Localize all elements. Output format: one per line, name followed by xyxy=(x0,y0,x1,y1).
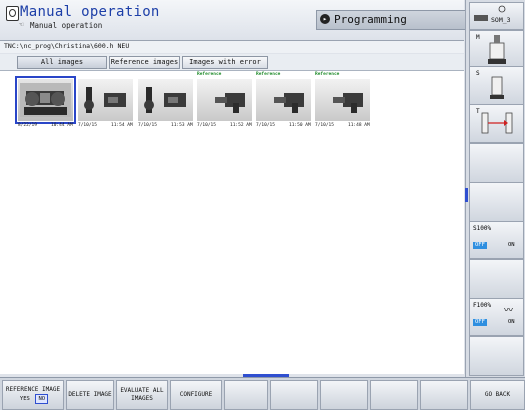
som-label: SOM_3 xyxy=(491,16,511,24)
reference-label: Reference xyxy=(315,72,340,77)
image-thumbnail[interactable] xyxy=(315,79,370,121)
feed-override-on[interactable]: ON xyxy=(506,319,517,326)
reference-label: Reference xyxy=(197,72,222,77)
tab-all-images[interactable]: All images xyxy=(17,56,107,69)
softkey-bar: REFERENCE IMAGE YES NO DELETE IMAGE EVAL… xyxy=(0,377,525,410)
image-thumbnail[interactable] xyxy=(15,76,76,124)
image-timestamp-time: 11:52 AM xyxy=(230,123,252,128)
machine-photo-icon xyxy=(20,83,71,117)
delete-image-softkey[interactable]: DELETE IMAGE xyxy=(66,380,114,410)
feed-override-off[interactable]: OFF xyxy=(473,319,487,326)
tab-reference-images[interactable]: Reference images xyxy=(109,56,180,69)
mode-subtitle: Manual operation xyxy=(30,21,103,30)
programming-icon: ▸ xyxy=(320,14,330,24)
reference-image-softkey[interactable]: REFERENCE IMAGE YES NO xyxy=(2,380,64,410)
feed-override-value: F100% xyxy=(473,302,492,309)
t-label: T xyxy=(476,108,480,115)
image-timestamp-time: 11:48 AM xyxy=(348,123,370,128)
mode-title: Manual operation xyxy=(20,4,160,20)
image-filter-tabs: All images Reference images Images with … xyxy=(0,54,464,71)
s-function-softkey[interactable]: S xyxy=(469,66,524,105)
t-function-softkey[interactable]: T xyxy=(469,104,524,143)
feed-override[interactable]: F100% 〰 OFF ON xyxy=(469,298,524,336)
go-back-softkey[interactable]: GO BACK xyxy=(470,380,525,410)
configure-softkey[interactable]: CONFIGURE xyxy=(170,380,222,410)
image-timestamp-time: 11:50 AM xyxy=(289,123,311,128)
header-bar: Manual operation ☜ Manual operation ▸ Pr… xyxy=(0,0,466,41)
spindle-override-off[interactable]: OFF xyxy=(473,242,487,249)
empty-softkey[interactable] xyxy=(420,380,468,410)
image-timestamp-date: 7/10/15 xyxy=(197,123,216,128)
image-timestamp-time: 11:54 AM xyxy=(111,123,133,128)
spindle-override-on[interactable]: ON xyxy=(506,242,517,249)
sidebar-empty-softkey[interactable] xyxy=(469,336,524,376)
machine-photo-icon xyxy=(215,93,245,113)
m-function-softkey[interactable]: M xyxy=(469,30,524,70)
right-sidebar: SOM_3 M S T S100% OFF ON F100% 〰 OFF ON xyxy=(465,0,525,409)
sidebar-empty-softkey[interactable] xyxy=(469,259,524,299)
app-window: Manual operation ☜ Manual operation ▸ Pr… xyxy=(0,0,525,410)
sidebar-empty-softkey[interactable] xyxy=(469,143,524,183)
empty-softkey[interactable] xyxy=(224,380,268,410)
manual-operation-icon xyxy=(6,6,19,21)
machine-photo-icon xyxy=(333,93,363,113)
feed-wave-icon: 〰 xyxy=(504,306,514,316)
spindle-override-value: S100% xyxy=(473,225,492,232)
program-path-bar: TNC:\nc_prog\Christina\600.h NEU xyxy=(0,41,464,53)
s-label: S xyxy=(476,70,480,77)
reference-image-label: REFERENCE IMAGE xyxy=(5,386,61,393)
reference-label: Reference xyxy=(256,72,281,77)
image-timestamp-time: 11:53 AM xyxy=(171,123,193,128)
program-path: TNC:\nc_prog\Christina\600.h NEU xyxy=(4,42,130,50)
image-timestamp-date: 7/10/15 xyxy=(256,123,275,128)
programming-label: Programming xyxy=(334,13,407,26)
som-softkey[interactable]: SOM_3 xyxy=(469,2,524,30)
reference-no-option[interactable]: NO xyxy=(35,394,49,404)
image-thumbnail[interactable] xyxy=(256,79,311,121)
evaluate-all-images-softkey[interactable]: EVALUATE ALL IMAGES xyxy=(116,380,168,410)
image-thumbnail[interactable] xyxy=(197,79,252,121)
image-thumbnail[interactable] xyxy=(78,79,133,121)
scroll-indicator xyxy=(465,188,468,202)
programming-mode-tab[interactable]: ▸ Programming xyxy=(316,10,466,30)
empty-softkey[interactable] xyxy=(270,380,318,410)
sidebar-empty-softkey[interactable] xyxy=(469,182,524,222)
machine-photo-icon xyxy=(84,87,126,113)
image-thumbnail[interactable] xyxy=(138,79,193,121)
image-timestamp-date: 8/22/19 xyxy=(18,123,37,128)
image-timestamp-date: 7/10/15 xyxy=(138,123,157,128)
image-timestamp-date: 7/10/15 xyxy=(315,123,334,128)
hand-icon: ☜ xyxy=(19,20,24,29)
image-gallery: 8/22/19 10:44 AM 7/10/15 11:54 AM 7/10/1… xyxy=(0,71,464,374)
m-label: M xyxy=(476,34,480,41)
empty-softkey[interactable] xyxy=(320,380,368,410)
reference-yes-option[interactable]: YES xyxy=(18,395,32,403)
machine-photo-icon xyxy=(144,87,186,113)
image-timestamp-date: 7/10/15 xyxy=(78,123,97,128)
tab-images-with-error[interactable]: Images with error xyxy=(182,56,268,69)
machine-photo-icon xyxy=(274,93,304,113)
image-timestamp-time: 10:44 AM xyxy=(51,123,73,128)
spindle-override[interactable]: S100% OFF ON xyxy=(469,221,524,259)
empty-softkey[interactable] xyxy=(370,380,418,410)
